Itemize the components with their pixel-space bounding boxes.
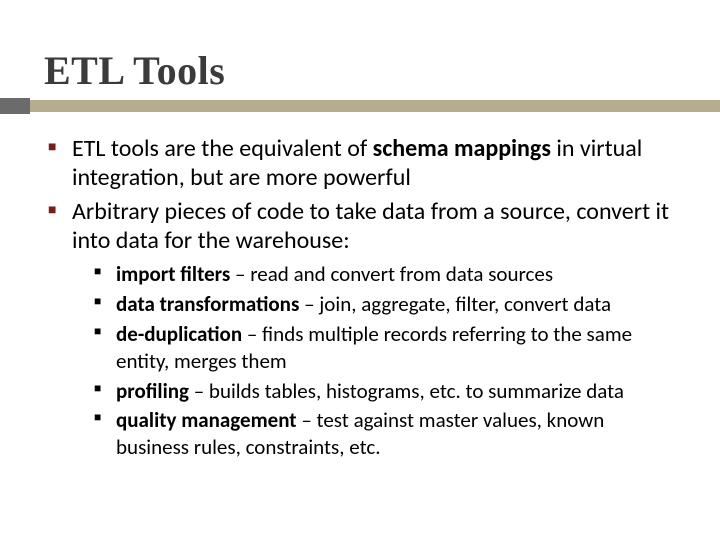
sub-bullet-item: quality management – test against master… xyxy=(116,407,676,461)
sub-bullet-bold: import filters xyxy=(116,261,230,287)
sub-bullet-item: data transformations – join, aggregate, … xyxy=(116,291,676,318)
bullet-text: Arbitrary pieces of code to take data fr… xyxy=(72,197,669,255)
sub-bullet-list: import filters – read and convert from d… xyxy=(72,261,676,461)
sub-bullet-text: – join, aggregate, filter, convert data xyxy=(299,291,611,317)
bullet-item: ETL tools are the equivalent of schema m… xyxy=(72,134,676,193)
sub-bullet-item: import filters – read and convert from d… xyxy=(116,261,676,288)
bullet-item: Arbitrary pieces of code to take data fr… xyxy=(72,197,676,462)
slide: ETL Tools ETL tools are the equivalent o… xyxy=(0,0,720,540)
bullet-text: ETL tools are the equivalent of xyxy=(72,134,373,163)
sub-bullet-bold: data transformations xyxy=(116,291,299,317)
sub-bullet-text: – read and convert from data sources xyxy=(230,261,553,287)
sub-bullet-bold: de-duplication xyxy=(116,321,242,347)
title-rule xyxy=(44,98,676,114)
sub-bullet-bold: profiling xyxy=(116,378,189,404)
sub-bullet-item: de-duplication – finds multiple records … xyxy=(116,321,676,375)
sub-bullet-text: – builds tables, histograms, etc. to sum… xyxy=(189,378,624,404)
slide-title: ETL Tools xyxy=(44,50,676,92)
sub-bullet-bold: quality management xyxy=(116,407,297,433)
rule-light-bar xyxy=(0,100,720,112)
rule-dark-accent xyxy=(0,98,30,114)
bullet-list: ETL tools are the equivalent of schema m… xyxy=(44,134,676,461)
bullet-bold: schema mappings xyxy=(373,134,551,163)
sub-bullet-item: profiling – builds tables, histograms, e… xyxy=(116,378,676,405)
